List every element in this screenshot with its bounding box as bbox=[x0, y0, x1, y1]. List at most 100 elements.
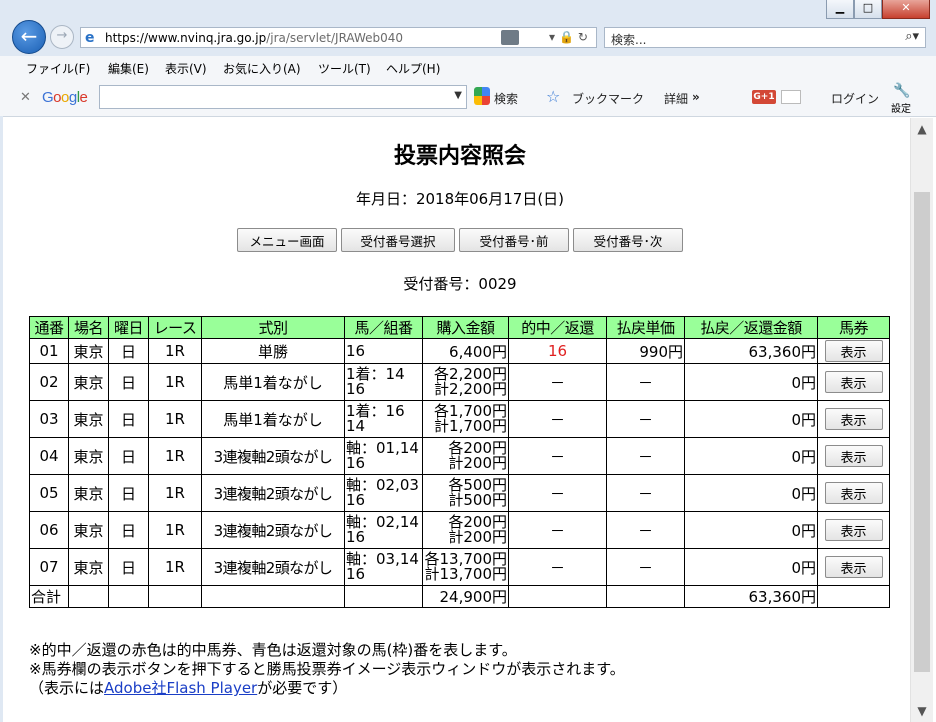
cell-day: 日 bbox=[108, 363, 149, 401]
col-header: 場名 bbox=[68, 316, 109, 339]
back-button[interactable]: ← bbox=[12, 20, 46, 54]
cell-unit: － bbox=[606, 400, 685, 438]
cell-amount: 各2,200円 計2,200円 bbox=[422, 363, 509, 401]
cell-race: 1R bbox=[148, 338, 202, 364]
cell-venue: 東京 bbox=[68, 400, 109, 438]
search-icon[interactable]: ⌕▾ bbox=[905, 29, 919, 44]
browser-search-box[interactable]: 検索... ⌕▾ bbox=[604, 27, 926, 48]
cell-type: 3連複軸2頭ながし bbox=[201, 437, 345, 475]
gplus-button[interactable]: G+1 bbox=[752, 90, 776, 104]
cell-unit: － bbox=[606, 437, 685, 475]
table-row: 06 東京 日 1R 3連複軸2頭ながし 軸：02,14 16 各200円 計200… bbox=[29, 511, 890, 549]
cell-day: 日 bbox=[108, 338, 149, 364]
empty-cell bbox=[68, 585, 109, 608]
address-tools[interactable]: ▾🔒↻ bbox=[549, 30, 592, 44]
menu-view[interactable]: 表示(V) bbox=[165, 60, 207, 77]
vertical-scrollbar[interactable]: ▲ ▼ bbox=[910, 118, 933, 722]
close-button[interactable]: ✕ bbox=[882, 0, 930, 19]
flash-player-link[interactable]: Adobe社Flash Player bbox=[104, 679, 257, 697]
page-content: 投票内容照会 年月日：2018年06月17日(日) メニュー画面 受付番号選択 … bbox=[3, 118, 910, 722]
cell-type: 馬単1着ながし bbox=[201, 363, 345, 401]
cell-unit: 990円 bbox=[606, 338, 685, 364]
wrench-icon[interactable]: 🔧 bbox=[893, 83, 910, 99]
menu-screen-button[interactable]: メニュー画面 bbox=[237, 228, 337, 252]
menu-file[interactable]: ファイル(F) bbox=[26, 60, 90, 77]
page-title: 投票内容照会 bbox=[393, 144, 526, 169]
maximize-button[interactable]: □ bbox=[854, 0, 882, 19]
cell-hit: － bbox=[508, 474, 607, 512]
cell-combo: 軸：02,03 16 bbox=[344, 474, 423, 512]
menu-edit[interactable]: 編集(E) bbox=[108, 60, 149, 77]
show-ticket-button[interactable]: 表示 bbox=[824, 340, 883, 362]
cell-ticket: 表示 bbox=[817, 400, 890, 438]
cell-ticket: 表示 bbox=[817, 338, 890, 364]
show-ticket-button[interactable]: 表示 bbox=[824, 519, 883, 541]
cell-amount: 6,400円 bbox=[422, 338, 509, 364]
settings-label[interactable]: 設定 bbox=[891, 100, 911, 115]
compat-view-icon[interactable] bbox=[501, 30, 519, 45]
cell-day: 日 bbox=[108, 511, 149, 549]
cell-amount: 各500円 計500円 bbox=[422, 474, 509, 512]
toolbar-close-icon[interactable]: ✕ bbox=[20, 90, 31, 105]
cell-type: 単勝 bbox=[201, 338, 345, 364]
details-button[interactable]: 詳細 bbox=[664, 90, 688, 107]
cell-amount: 各200円 計200円 bbox=[422, 437, 509, 475]
menu-help[interactable]: ヘルプ(H) bbox=[386, 60, 440, 77]
cell-day: 日 bbox=[108, 548, 149, 586]
cell-type: 3連複軸2頭ながし bbox=[201, 511, 345, 549]
note-3: （表示にはAdobe社Flash Playerが必要です） bbox=[29, 679, 348, 697]
table-row: 02 東京 日 1R 馬単1着ながし 1着：14 16 各2,200円 計2,200… bbox=[29, 363, 890, 401]
action-button-row: メニュー画面 受付番号選択 受付番号･前 受付番号･次 bbox=[3, 228, 910, 252]
cell-combo: 軸：02,14 16 bbox=[344, 511, 423, 549]
bet-table: 通番 場名 曜日 レース 式別 馬／組番 購入金額 的中／返還 払戻単価 払戻／… bbox=[29, 316, 890, 608]
cell-amount: 各1,700円 計1,700円 bbox=[422, 400, 509, 438]
cell-payout: 63,360円 bbox=[684, 338, 818, 364]
cell-ticket: 表示 bbox=[817, 548, 890, 586]
receipt-next-button[interactable]: 受付番号･次 bbox=[573, 228, 683, 252]
empty-cell bbox=[201, 585, 345, 608]
cell-venue: 東京 bbox=[68, 511, 109, 549]
cell-race: 1R bbox=[148, 511, 202, 549]
show-ticket-button[interactable]: 表示 bbox=[824, 482, 883, 504]
cell-amount: 各200円 計200円 bbox=[422, 511, 509, 549]
minimize-button[interactable]: ▁ bbox=[826, 0, 854, 19]
col-header: 馬券 bbox=[817, 316, 890, 339]
google-toolbar: ✕ Google ▼ 検索 ☆ ブックマーク 詳細 » G+1 ログイン 🔧 設… bbox=[0, 78, 936, 117]
scroll-down-icon[interactable]: ▼ bbox=[911, 700, 933, 722]
show-ticket-button[interactable]: 表示 bbox=[824, 445, 883, 467]
cell-venue: 東京 bbox=[68, 474, 109, 512]
receipt-select-button[interactable]: 受付番号選択 bbox=[341, 228, 455, 252]
show-ticket-button[interactable]: 表示 bbox=[824, 556, 883, 578]
window-controls: ▁ □ ✕ bbox=[826, 0, 930, 19]
show-ticket-button[interactable]: 表示 bbox=[824, 371, 883, 393]
chevron-down-icon[interactable]: ▼ bbox=[454, 90, 462, 101]
cell-combo: 軸：01,14 16 bbox=[344, 437, 423, 475]
scroll-up-icon[interactable]: ▲ bbox=[911, 118, 933, 140]
menu-favorites[interactable]: お気に入り(A) bbox=[223, 60, 301, 77]
address-bar[interactable]: e https://www.nvinq.jra.go.jp/jra/servle… bbox=[80, 27, 597, 48]
cell-race: 1R bbox=[148, 363, 202, 401]
receipt-prev-button[interactable]: 受付番号･前 bbox=[459, 228, 569, 252]
cell-venue: 東京 bbox=[68, 363, 109, 401]
show-ticket-button[interactable]: 表示 bbox=[824, 408, 883, 430]
cell-ticket: 表示 bbox=[817, 363, 890, 401]
login-button[interactable]: ログイン bbox=[831, 90, 879, 107]
bookmark-button[interactable]: ブックマーク bbox=[572, 90, 644, 107]
google-search-input[interactable]: ▼ bbox=[99, 85, 467, 109]
col-header: 払戻／返還金額 bbox=[684, 316, 818, 339]
menu-tools[interactable]: ツール(T) bbox=[318, 60, 371, 77]
google-search-button[interactable]: 検索 bbox=[494, 90, 518, 107]
cell-combo: 1着：14 16 bbox=[344, 363, 423, 401]
cell-day: 日 bbox=[108, 400, 149, 438]
google-search-icon[interactable] bbox=[474, 87, 490, 105]
cell-payout: 0円 bbox=[684, 400, 818, 438]
forward-button[interactable]: → bbox=[50, 25, 74, 49]
cell-race: 1R bbox=[148, 400, 202, 438]
scroll-thumb[interactable] bbox=[914, 192, 930, 672]
more-icon[interactable]: » bbox=[692, 90, 700, 104]
cell-no: 07 bbox=[29, 548, 69, 586]
receipt-number: 受付番号：0029 bbox=[403, 275, 517, 293]
cell-hit: 16 bbox=[508, 338, 607, 364]
cell-type: 3連複軸2頭ながし bbox=[201, 474, 345, 512]
bookmark-star-icon[interactable]: ☆ bbox=[546, 87, 560, 106]
